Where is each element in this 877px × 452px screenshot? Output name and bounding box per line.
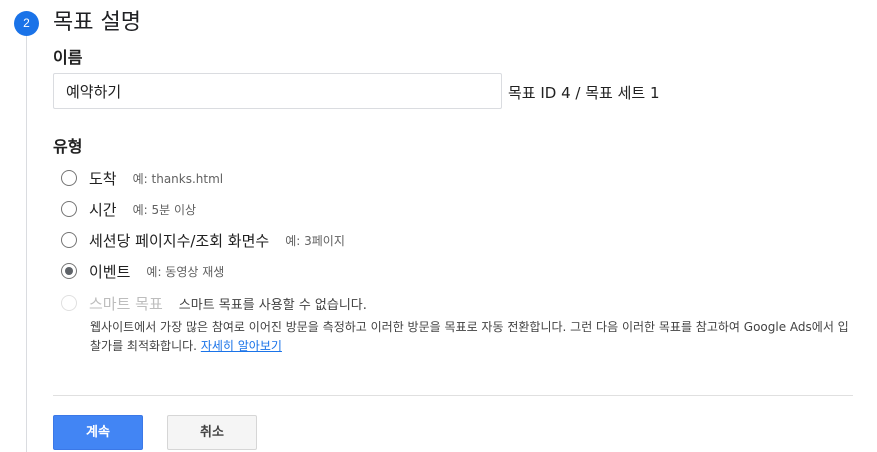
smart-goal-description: 웹사이트에서 가장 많은 참여로 이어진 방문을 측정하고 이러한 방문을 목표…	[90, 318, 850, 356]
smart-goal-unavailable-note: 스마트 목표를 사용할 수 없습니다.	[178, 297, 367, 313]
radio-button[interactable]	[61, 232, 77, 248]
cancel-button[interactable]: 취소	[167, 415, 257, 450]
radio-label: 세션당 페이지수/조회 화면수	[89, 231, 270, 250]
radio-button[interactable]	[61, 201, 77, 217]
radio-option-destination[interactable]: 도착 예: thanks.html	[61, 166, 223, 190]
learn-more-link[interactable]: 자세히 알아보기	[201, 339, 282, 353]
name-label: 이름	[53, 48, 83, 67]
step-number-badge: 2	[14, 11, 39, 36]
radio-label: 시간	[89, 200, 117, 219]
radio-button-disabled	[61, 295, 77, 311]
radio-option-duration[interactable]: 시간 예: 5분 이상	[61, 197, 196, 221]
step-connector-line	[26, 36, 27, 452]
radio-option-event[interactable]: 이벤트 예: 동영상 재생	[61, 259, 224, 283]
radio-option-pages-per-session[interactable]: 세션당 페이지수/조회 화면수 예: 3페이지	[61, 228, 345, 252]
divider	[53, 395, 853, 396]
type-label: 유형	[53, 137, 83, 156]
radio-button[interactable]	[61, 170, 77, 186]
radio-example: 예: thanks.html	[132, 171, 224, 186]
step-title: 목표 설명	[53, 10, 141, 35]
goal-id-text: 목표 ID 4 / 목표 세트 1	[508, 84, 660, 102]
radio-label: 스마트 목표	[89, 294, 163, 313]
radio-label: 이벤트	[89, 262, 131, 281]
radio-button-selected[interactable]	[61, 263, 77, 279]
radio-example: 예: 3페이지	[285, 233, 345, 248]
radio-example: 예: 동영상 재생	[146, 264, 225, 279]
radio-label: 도착	[89, 169, 117, 188]
radio-option-smart-goal: 스마트 목표 스마트 목표를 사용할 수 없습니다.	[61, 291, 367, 315]
radio-example: 예: 5분 이상	[132, 202, 197, 217]
continue-button[interactable]: 계속	[53, 415, 143, 450]
goal-name-input[interactable]	[53, 73, 502, 109]
